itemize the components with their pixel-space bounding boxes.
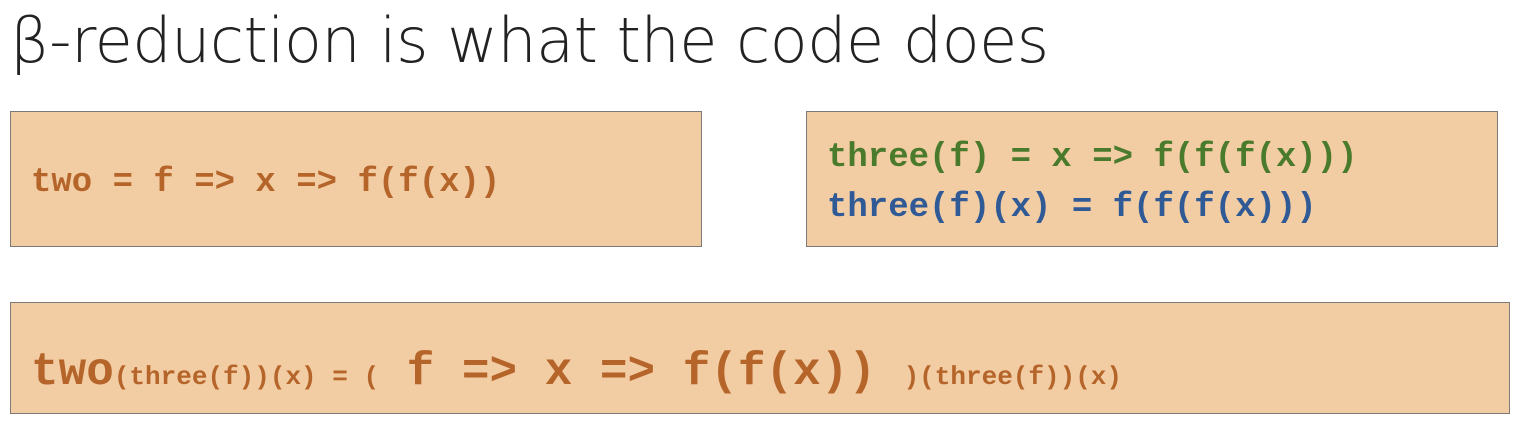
application-head: two (31, 346, 114, 398)
application-args-left: (three(f))(x) = ( (113, 362, 380, 392)
slide: β-reduction is what the code does two = … (0, 0, 1528, 444)
application-box: two(three(f))(x) = ( f => x => f(f(x)) )… (10, 302, 1510, 414)
application-body: f => x => f(f(x)) (379, 346, 904, 398)
application-args-right: )(three(f))(x) (903, 362, 1123, 392)
two-definition-box: two = f => x => f(f(x)) (10, 111, 702, 247)
three-definition-line-2: three(f)(x) = f(f(f(x))) (827, 189, 1317, 227)
application-code: two(three(f))(x) = ( f => x => f(f(x)) )… (31, 349, 1122, 395)
two-definition-code: two = f => x => f(f(x)) (31, 164, 501, 202)
three-definition-box: three(f) = x => f(f(f(x))) three(f)(x) =… (806, 111, 1498, 247)
three-definition-line-1: three(f) = x => f(f(f(x))) (827, 139, 1358, 177)
slide-title: β-reduction is what the code does (10, 4, 1049, 77)
